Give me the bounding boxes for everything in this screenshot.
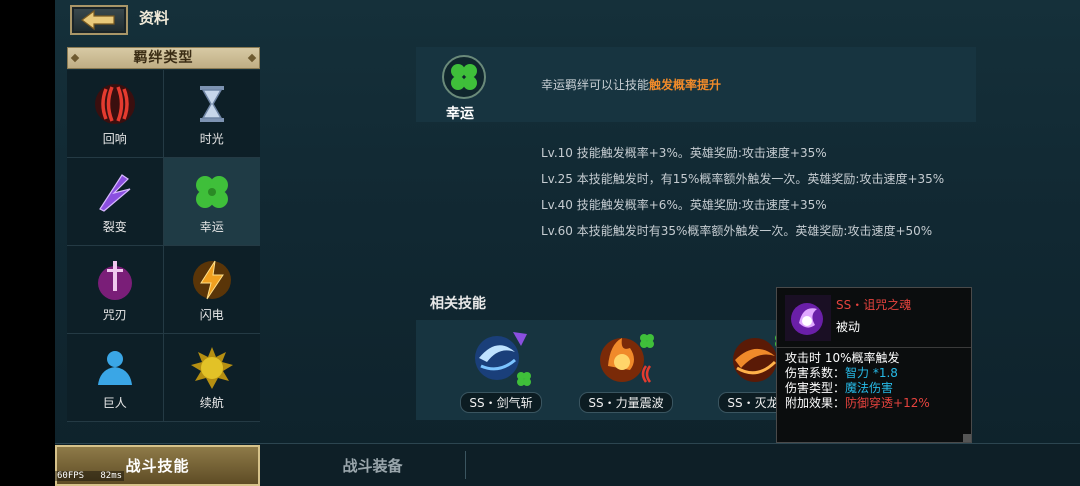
skill-power-wave[interactable]: SS・力量震波 (576, 326, 676, 418)
dmg-type-value: 魔法伤害 (845, 381, 894, 395)
coef-value: 智力 *1.8 (845, 366, 898, 380)
tooltip-header: SS・诅咒之魂 被动 (777, 288, 971, 348)
level-line: Lv.40 技能触发概率+6%。英雄奖励:攻击速度+35% (541, 198, 827, 212)
bond-name: 幸运 (446, 106, 474, 122)
bond-label: 裂变 (102, 219, 127, 234)
level-list: Lv.10 技能触发概率+3%。英雄奖励:攻击速度+35% Lv.25 本技能触… (541, 145, 981, 249)
desc-text: 幸运羁绊可以让技能 (541, 78, 650, 92)
dmg-type-label: 伤害类型： (785, 381, 846, 395)
skill-sword-wind[interactable]: SS・剑气斩 (451, 326, 551, 418)
bond-label: 续航 (199, 395, 224, 410)
fire-wave-icon (600, 334, 654, 383)
bond-label: 时光 (199, 131, 224, 146)
bond-type-header: 羁绊类型 (67, 47, 260, 69)
level-line: Lv.60 本技能触发时有35%概率额外触发一次。英雄奖励:攻击速度+50% (541, 224, 933, 238)
tooltip-skill-name: SS・诅咒之魂 (836, 298, 912, 312)
bond-item-luck[interactable]: 幸运 (163, 158, 260, 246)
page-title: 资料 (139, 9, 170, 27)
fps-value: 60FPS (57, 471, 85, 481)
hourglass-icon (189, 81, 235, 127)
tooltip-extra-row: 附加效果：防御穿透+12% (785, 396, 963, 411)
bond-type-grid: 回响 时光 裂变 幸运 咒刃 闪电 巨人 续航 (67, 70, 260, 422)
bond-item-sustain[interactable]: 续航 (163, 334, 260, 422)
bond-description: 幸运羁绊可以让技能触发概率提升 (541, 76, 721, 93)
clover-icon (438, 55, 490, 99)
tooltip-coef-row: 伤害系数：智力 *1.8 (785, 366, 963, 381)
bond-item-fission[interactable]: 裂变 (67, 158, 164, 246)
bond-item-lightning[interactable]: 闪电 (163, 246, 260, 334)
game-screen: 资料 羁绊类型 回响 时光 裂变 幸运 咒刃 闪电 巨人 续航 幸运 幸运羁绊可… (55, 0, 1080, 486)
extra-label: 附加效果： (785, 396, 846, 410)
tooltip-dmg-type-row: 伤害类型：魔法伤害 (785, 381, 963, 396)
skill-label: SS・力量震波 (579, 392, 673, 413)
level-line: Lv.10 技能触发概率+3%。英雄奖励:攻击速度+35% (541, 146, 827, 160)
tooltip-trigger: 攻击时 10%概率触发 (785, 351, 900, 365)
tooltip-body: 攻击时 10%概率触发 伤害系数：智力 *1.8 伤害类型：魔法伤害 附加效果：… (777, 348, 971, 414)
related-skills-title: 相关技能 (430, 296, 486, 312)
bond-label: 回响 (102, 131, 127, 146)
fission-icon (92, 169, 138, 215)
clover-icon (189, 169, 235, 215)
bond-label: 巨人 (102, 395, 127, 410)
level-line: Lv.25 本技能触发时，有15%概率额外触发一次。英雄奖励:攻击速度+35% (541, 172, 945, 186)
tab-battle-equipment[interactable]: 战斗装备 (280, 445, 465, 486)
tooltip-skill-type: 被动 (836, 320, 861, 334)
screen-edge (0, 0, 55, 486)
cursed-soul-icon (785, 295, 831, 341)
bond-label: 幸运 (199, 219, 224, 234)
back-button[interactable] (70, 5, 128, 35)
giant-icon (92, 345, 138, 391)
coef-label: 伤害系数： (785, 366, 846, 380)
bond-label: 咒刃 (102, 307, 127, 322)
resize-corner (963, 434, 971, 442)
tab-divider (465, 451, 466, 479)
frame-ms: 82ms (100, 471, 123, 481)
arrow-left-icon (81, 9, 115, 31)
bond-item-giant[interactable]: 巨人 (67, 334, 164, 422)
echo-icon (92, 81, 138, 127)
sword-wind-icon (475, 332, 531, 386)
skill-label: SS・剑气斩 (460, 392, 542, 413)
cursed-blade-icon (92, 257, 138, 303)
extra-value: 防御穿透+12% (845, 396, 930, 410)
bond-item-time[interactable]: 时光 (163, 70, 260, 158)
bond-info-panel: 幸运 幸运羁绊可以让技能触发概率提升 (416, 47, 976, 122)
sun-icon (189, 345, 235, 391)
bond-item-cursed-blade[interactable]: 咒刃 (67, 246, 164, 334)
bond-item-echo[interactable]: 回响 (67, 70, 164, 158)
skill-tooltip: SS・诅咒之魂 被动 攻击时 10%概率触发 伤害系数：智力 *1.8 伤害类型… (776, 287, 972, 443)
desc-highlight: 触发概率提升 (649, 78, 722, 92)
lightning-icon (189, 257, 235, 303)
fps-counter: 60FPS 82ms (55, 471, 125, 481)
bond-label: 闪电 (199, 307, 224, 322)
